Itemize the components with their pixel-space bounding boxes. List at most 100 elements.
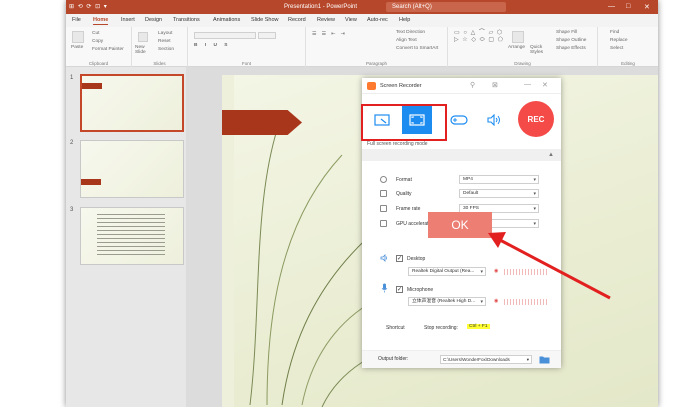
find-button[interactable]: Find bbox=[610, 30, 619, 35]
align-text-button[interactable]: Align Text bbox=[396, 38, 417, 43]
tab-help[interactable]: Help bbox=[399, 17, 410, 23]
mode-highlight-box bbox=[361, 104, 447, 141]
minimize-button[interactable]: — bbox=[608, 3, 615, 10]
mode-description: Full screen recording mode bbox=[367, 141, 428, 147]
shapes-gallery[interactable]: ▭ ○ △ ⌒ ▱ ⬡ ▷ ☆ ◇ ⬭ ▢ ⬠ bbox=[454, 30, 504, 44]
tab-autorec[interactable]: Auto-rec bbox=[367, 17, 388, 23]
paste-icon bbox=[72, 31, 84, 43]
arrange-icon bbox=[512, 31, 524, 43]
output-folder-select[interactable]: C:\Users\WonderFox\Downloads ▾ bbox=[440, 355, 532, 364]
microphone-checkbox[interactable]: ✓ bbox=[396, 286, 403, 293]
tab-record[interactable]: Record bbox=[288, 17, 306, 23]
stop-recording-label: Stop recording: bbox=[424, 325, 458, 331]
format-select[interactable]: MP4 ▾ bbox=[459, 175, 539, 184]
font-name-select[interactable] bbox=[194, 32, 256, 39]
new-slide-button[interactable]: New Slide bbox=[135, 45, 155, 55]
reset-button[interactable]: Reset bbox=[158, 39, 171, 44]
chevron-down-icon: ▾ bbox=[533, 221, 536, 227]
format-label: Format bbox=[396, 177, 412, 183]
arrow-shape[interactable] bbox=[222, 110, 302, 135]
framerate-icon bbox=[380, 205, 387, 212]
close-icon[interactable]: ✕ bbox=[542, 81, 548, 89]
tab-file[interactable]: File bbox=[72, 17, 81, 23]
format-painter-button[interactable]: Format Painter bbox=[92, 47, 124, 52]
menu-icon[interactable]: ⊠ bbox=[492, 81, 498, 89]
layout-button[interactable]: Layout bbox=[158, 31, 172, 36]
desktop-device-select[interactable]: Realtek Digital Output (Rea... ▾ bbox=[408, 267, 486, 276]
tab-insert[interactable]: Insert bbox=[121, 17, 135, 23]
audio-mode-button[interactable] bbox=[479, 106, 509, 134]
chevron-down-icon: ▾ bbox=[533, 206, 536, 212]
slide-number: 2 bbox=[70, 140, 74, 146]
slide-thumbnail-2[interactable] bbox=[80, 140, 184, 198]
shape-fill-button[interactable]: Shape Fill bbox=[556, 30, 577, 35]
output-folder-label: Output folder: bbox=[378, 356, 409, 362]
slide-thumbnail-1[interactable] bbox=[80, 74, 184, 132]
tab-transitions[interactable]: Transitions bbox=[173, 17, 200, 23]
desktop-checkbox[interactable]: ✓ bbox=[396, 255, 403, 262]
microphone-device-select[interactable]: 立体声混音 (Realtek High D... ▾ bbox=[408, 297, 486, 306]
hotkey-badge[interactable]: Ctrl + F1 bbox=[467, 324, 490, 329]
cut-button[interactable]: Cut bbox=[92, 31, 99, 36]
chevron-down-icon: ▾ bbox=[533, 191, 536, 197]
convert-smartart-button[interactable]: Convert to SmartArt bbox=[396, 46, 438, 51]
format-value: MP4 bbox=[463, 177, 473, 182]
quality-select[interactable]: Default ▾ bbox=[459, 189, 539, 198]
game-mode-button[interactable] bbox=[444, 106, 474, 134]
microphone-device-value: 立体声混音 (Realtek High D... bbox=[412, 299, 476, 304]
tab-slideshow[interactable]: Slide Show bbox=[251, 17, 279, 23]
slide-thumbnail-3[interactable] bbox=[80, 207, 184, 265]
slides-group-label: Slides bbox=[153, 61, 166, 66]
settings-icon[interactable]: ⚲ bbox=[470, 81, 475, 89]
shape-effects-button[interactable]: Shape Effects bbox=[556, 46, 586, 51]
text-direction-button[interactable]: Text Direction bbox=[396, 30, 425, 35]
tab-view[interactable]: View bbox=[345, 17, 357, 23]
slide-thumbnail-pane: 1 2 3 bbox=[66, 67, 186, 407]
copy-button[interactable]: Copy bbox=[92, 39, 103, 44]
speaker-icon bbox=[487, 114, 500, 126]
rec-button[interactable]: REC bbox=[518, 101, 554, 137]
section-button[interactable]: Section bbox=[158, 47, 174, 52]
chevron-down-icon: ▾ bbox=[480, 299, 483, 305]
ok-button[interactable]: OK bbox=[428, 212, 492, 238]
select-button[interactable]: Select bbox=[610, 46, 623, 51]
arrange-button[interactable]: Arrange bbox=[508, 45, 525, 50]
tab-design[interactable]: Design bbox=[145, 17, 162, 23]
collapse-icon[interactable]: ▲ bbox=[548, 152, 554, 158]
minimize-icon[interactable]: — bbox=[524, 81, 531, 88]
font-style-buttons[interactable]: B I U S bbox=[194, 43, 230, 48]
framerate-label: Frame rate bbox=[396, 206, 421, 212]
replace-button[interactable]: Replace bbox=[610, 38, 628, 43]
quality-icon bbox=[380, 190, 387, 197]
output-folder-value: C:\Users\WonderFox\Downloads bbox=[443, 357, 510, 362]
quick-access-toolbar[interactable]: ⊞ ⟲ ⟳ ⊡ ▾ bbox=[69, 3, 108, 10]
shape-outline-button[interactable]: Shape Outline bbox=[556, 38, 586, 43]
font-size-select[interactable] bbox=[258, 32, 276, 39]
drawing-group: ▭ ○ △ ⌒ ▱ ⬡ ▷ ☆ ◇ ⬭ ▢ ⬠ Arrange Quick St… bbox=[448, 27, 598, 67]
quality-value: Default bbox=[463, 191, 479, 196]
microphone-icon bbox=[381, 283, 388, 293]
paragraph-group: ☰ ☰ ⇤ ⇥ Text Direction Align Text Conver… bbox=[306, 27, 448, 67]
slide-number: 1 bbox=[70, 75, 74, 81]
editing-group: Find Replace Select Editing bbox=[598, 27, 658, 67]
microphone-volume-icon[interactable]: ◉ bbox=[494, 298, 498, 304]
tab-home[interactable]: Home bbox=[93, 17, 109, 25]
desktop-volume-icon[interactable]: ◉ bbox=[494, 268, 498, 274]
search-box[interactable]: Search (Alt+Q) bbox=[386, 2, 506, 12]
folder-icon[interactable] bbox=[539, 355, 550, 364]
desktop-label: Desktop bbox=[407, 256, 426, 262]
quick-styles-button[interactable]: Quick Styles bbox=[530, 45, 550, 55]
menu-bar: File Home Insert Design Transitions Anim… bbox=[66, 14, 658, 27]
drawing-group-label: Drawing bbox=[514, 61, 531, 66]
clipboard-group: Paste Cut Copy Format Painter Clipboard bbox=[66, 27, 132, 67]
clipboard-group-label: Clipboard bbox=[88, 61, 109, 66]
font-group: B I U S Font bbox=[188, 27, 306, 67]
document-title: Presentation1 - PowerPoint bbox=[284, 4, 358, 10]
paste-button[interactable]: Paste bbox=[71, 45, 83, 50]
tab-review[interactable]: Review bbox=[317, 17, 335, 23]
maximize-button[interactable]: □ bbox=[626, 3, 630, 10]
gpu-icon bbox=[380, 220, 387, 227]
list-buttons[interactable]: ☰ ☰ ⇤ ⇥ bbox=[312, 32, 347, 37]
close-button[interactable]: ✕ bbox=[644, 3, 650, 11]
tab-animations[interactable]: Animations bbox=[213, 17, 240, 23]
